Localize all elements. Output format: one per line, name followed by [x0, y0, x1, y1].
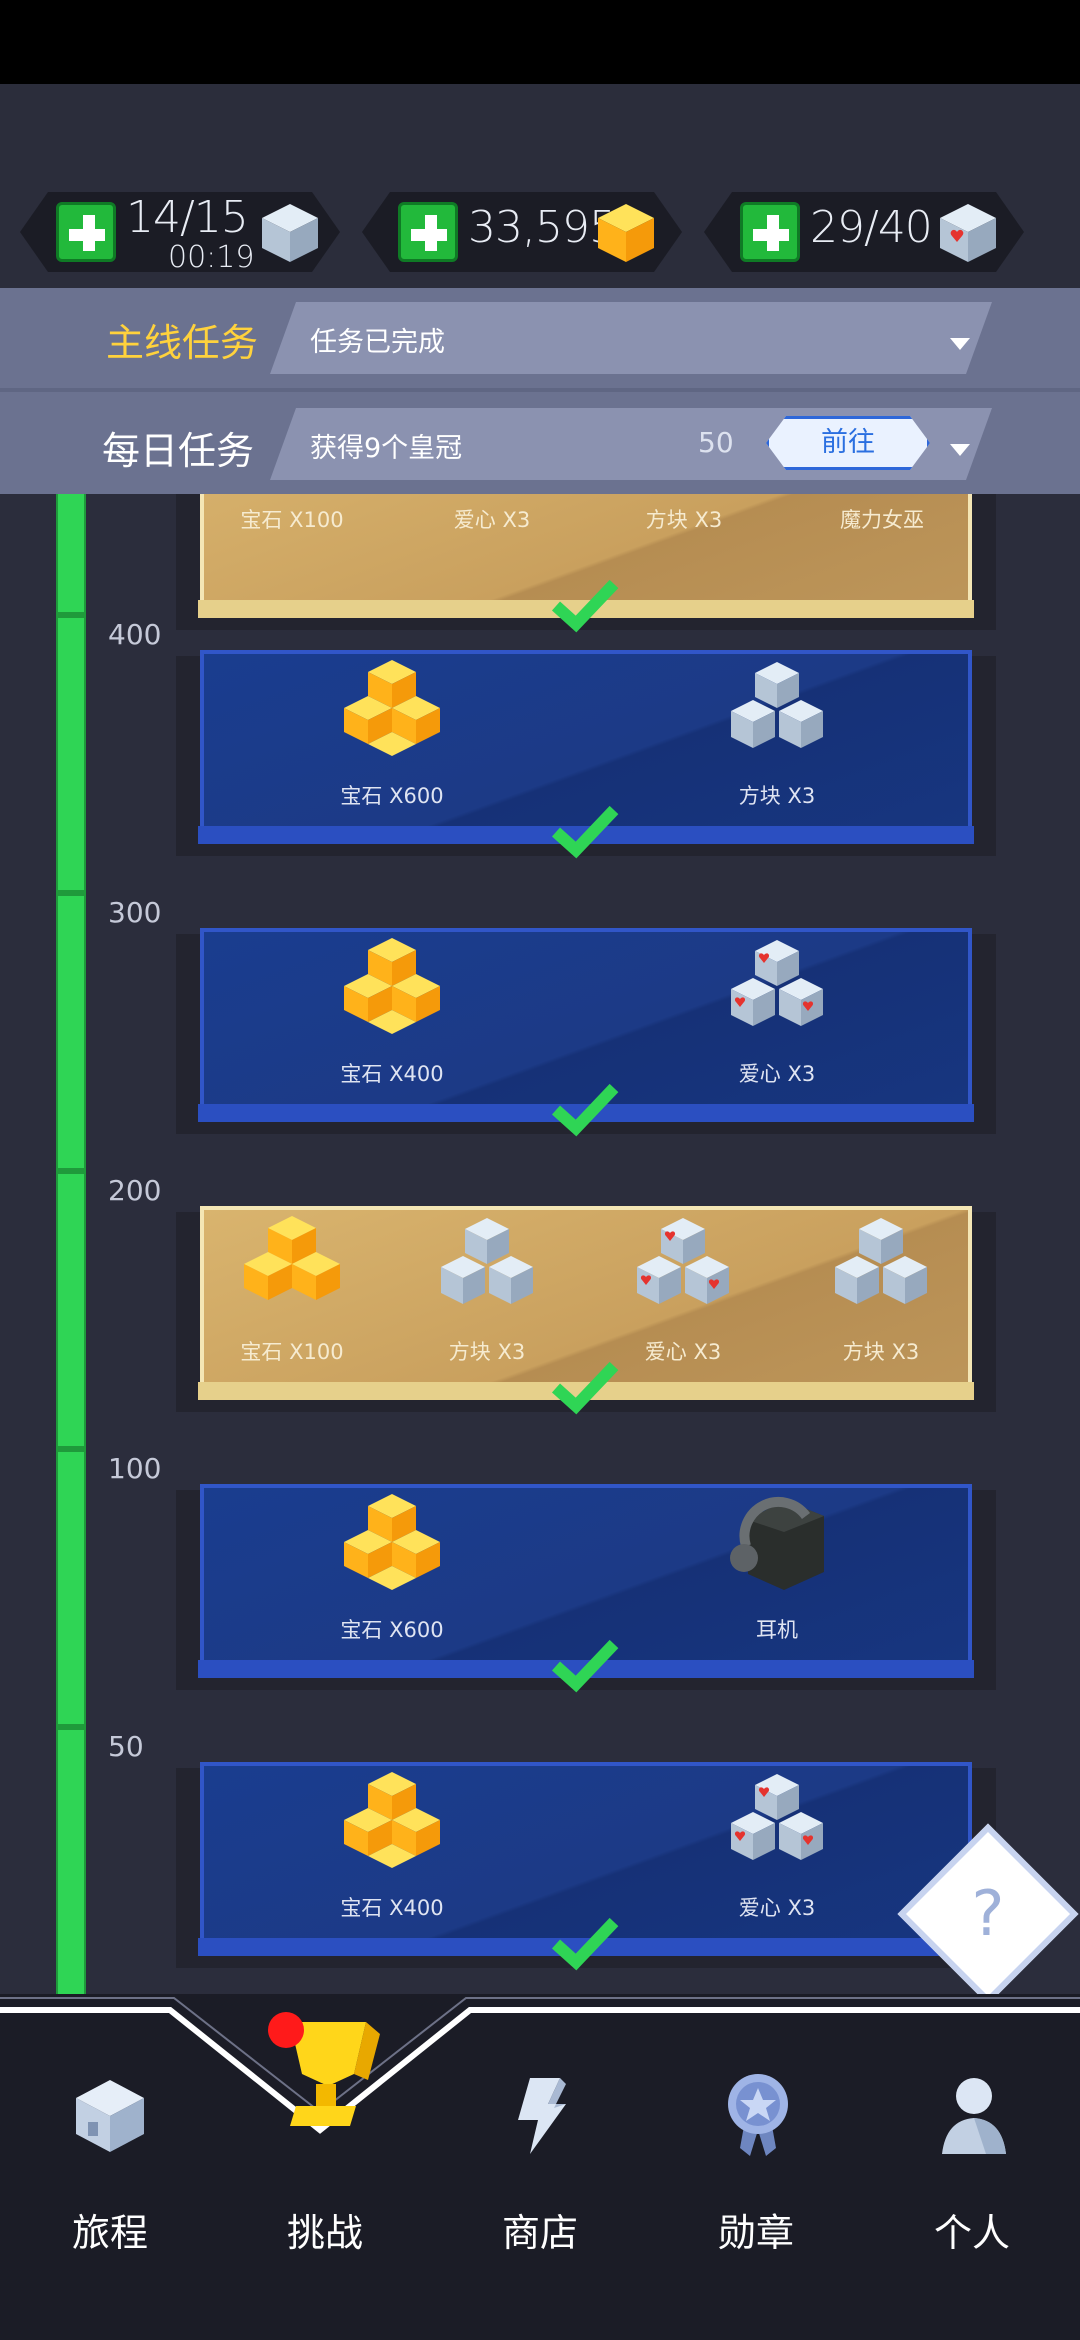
profile-icon[interactable]: [932, 2074, 1012, 2158]
nav-medals[interactable]: 勋章: [686, 2202, 826, 2257]
reward-item: 宝石 X400: [340, 1896, 444, 1920]
reward-card-50[interactable]: 宝石 X400 爱心 X3: [176, 1762, 996, 1971]
home-icon[interactable]: [70, 2074, 150, 2154]
reward-item: 宝石 X600: [340, 1618, 444, 1642]
heart-resource: 29/40: [704, 192, 1024, 272]
daily-task-expand-icon[interactable]: [950, 444, 970, 456]
level-label: 100: [108, 1452, 162, 1485]
reward-list[interactable]: 宝石 X100 爱心 X3 方块 X3 魔力女巫 400 宝石 X600 方块 …: [0, 494, 1080, 1994]
reward-item: 方块 X3: [842, 1340, 920, 1364]
reward-item: 爱心 X3: [738, 1896, 816, 1920]
level-label: 300: [108, 896, 162, 929]
check-icon: [551, 805, 619, 859]
reward-item: 方块 X3: [448, 1340, 526, 1364]
reward-card-400[interactable]: 宝石 X600 方块 X3: [176, 650, 996, 859]
level-label: 400: [108, 618, 162, 651]
daily-task-text: 获得9个皇冠: [310, 433, 463, 464]
nav-journey[interactable]: 旅程: [40, 2202, 180, 2257]
nav-profile[interactable]: 个人: [902, 2202, 1042, 2257]
add-energy-button[interactable]: [56, 202, 116, 262]
notification-badge: [268, 2012, 304, 2048]
check-icon: [551, 1917, 619, 1971]
gem-pile-icon: [344, 1772, 440, 1868]
reward-item: 宝石 X100: [240, 1340, 344, 1364]
medal-icon[interactable]: [718, 2070, 798, 2158]
reward-card-200[interactable]: 宝石 X100 方块 X3 爱心 X3 方块 X3: [176, 1206, 996, 1415]
check-icon: [551, 1083, 619, 1137]
reward-item: 宝石 X600: [340, 784, 444, 808]
reward-item: 方块 X3: [645, 508, 723, 532]
headphones-icon: [730, 1497, 824, 1590]
add-gem-button[interactable]: [398, 202, 458, 262]
reward-item: 爱心 X3: [453, 508, 531, 532]
heart-cube-icon: [731, 940, 823, 1026]
reward-item: 方块 X3: [738, 784, 816, 808]
reward-card-300[interactable]: 宝石 X400 爱心 X3: [176, 928, 996, 1137]
level-label: 200: [108, 1174, 162, 1207]
main-task-text: 任务已完成: [310, 327, 445, 358]
heart-value: 29/40: [810, 202, 933, 253]
check-icon: [551, 579, 619, 633]
reward-item: 爱心 X3: [644, 1340, 722, 1364]
energy-resource: 14/15 00:19: [20, 192, 340, 275]
block-cube-icon: [441, 1218, 533, 1304]
main-task-label: 主线任务: [106, 321, 259, 365]
reward-item: 爱心 X3: [738, 1062, 816, 1086]
reward-card-100[interactable]: 宝石 X600 耳机: [176, 1484, 996, 1693]
daily-task-count: 50: [698, 426, 734, 459]
shop-icon[interactable]: [500, 2074, 580, 2158]
status-bar: [0, 0, 1080, 84]
help-icon: ?: [971, 1877, 1005, 1950]
block-cube-icon: [731, 662, 823, 748]
check-icon: [551, 1361, 619, 1415]
reward-item: 耳机: [756, 1618, 798, 1642]
heart-cube-icon: [637, 1218, 729, 1304]
energy-timer: 00:19: [168, 240, 255, 275]
main-task-expand-icon[interactable]: [950, 338, 970, 350]
daily-task-label: 每日任务: [102, 429, 255, 473]
heart-cube-icon: [731, 1774, 823, 1860]
block-cube-icon: [835, 1218, 927, 1304]
nav-challenge[interactable]: 挑战: [255, 2202, 395, 2257]
check-icon: [551, 1639, 619, 1693]
add-heart-button[interactable]: [740, 202, 800, 262]
gem-resource: 33,595: [362, 192, 682, 272]
bottom-nav: 旅程 挑战 商店 勋章 个人: [0, 1994, 1080, 2340]
nav-shop[interactable]: 商店: [470, 2202, 610, 2257]
level-label: 50: [108, 1730, 144, 1763]
gem-pile-icon: [344, 660, 440, 756]
heart-cube-icon: [940, 204, 996, 262]
energy-value: 14/15: [126, 192, 249, 243]
reward-card-top[interactable]: 宝石 X100 爱心 X3 方块 X3 魔力女巫: [176, 494, 996, 633]
gem-pile-icon: [244, 1216, 340, 1300]
goto-button[interactable]: 前往: [766, 416, 930, 470]
reward-item: 宝石 X400: [340, 1062, 444, 1086]
gem-pile-icon: [344, 938, 440, 1034]
reward-item: 魔力女巫: [840, 508, 924, 532]
gem-icon: [598, 204, 654, 262]
gem-pile-icon: [344, 1494, 440, 1590]
block-cube-icon: [262, 204, 318, 262]
main-task-box[interactable]: 任务已完成: [270, 302, 992, 374]
reward-item: 宝石 X100: [240, 508, 344, 532]
